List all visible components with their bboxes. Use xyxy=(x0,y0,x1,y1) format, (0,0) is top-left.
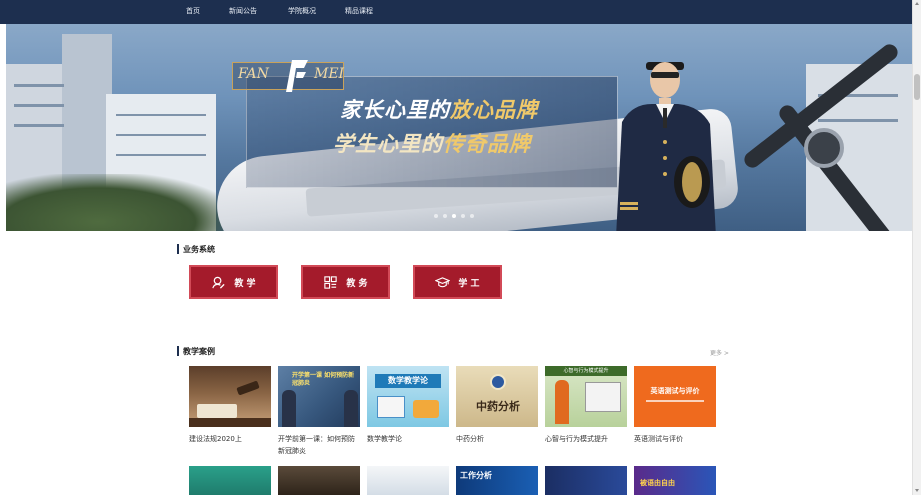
academic-affairs-button-label: 教 务 xyxy=(346,278,368,289)
case-thumbnail[interactable] xyxy=(189,466,271,495)
brand-logo-icon xyxy=(286,60,308,92)
case-card[interactable]: 中药分析 中药分析 xyxy=(456,366,538,445)
case-thumbnail[interactable]: 开学第一课 如何预防新冠肺炎 xyxy=(278,366,360,427)
case-thumbnail[interactable]: 心智与行为模式提升 xyxy=(545,366,627,427)
user-edit-icon xyxy=(212,276,226,289)
scroll-down-arrow-icon[interactable] xyxy=(915,489,919,492)
thumb-title: 被语由自由 xyxy=(640,479,675,487)
person-left xyxy=(282,390,296,427)
slogan-line-1: 家长心里的放心品牌 xyxy=(340,94,538,124)
slogan-line-2: 学生心里的传奇品牌 xyxy=(333,128,531,158)
student-affairs-button[interactable]: 学 工 xyxy=(413,265,502,299)
window-row xyxy=(116,134,206,136)
nav-item-home[interactable]: 首页 xyxy=(186,6,200,16)
case-caption[interactable]: 开学前第一课：如何预防新冠肺炎 xyxy=(278,433,360,457)
case-caption[interactable]: 心智与行为模式提升 xyxy=(545,433,627,445)
brand-logo-left: FAN xyxy=(238,66,269,82)
case-thumbnail[interactable]: 工作分析 xyxy=(456,466,538,495)
carousel-dot[interactable] xyxy=(470,214,474,218)
academic-affairs-button[interactable]: 教 务 xyxy=(301,265,390,299)
case-card[interactable]: 英语测试与评价 英语测试与评价 xyxy=(634,366,716,445)
scroll-up-arrow-icon[interactable] xyxy=(915,2,919,5)
window-row xyxy=(116,154,206,156)
case-caption[interactable]: 建设法规2020上 xyxy=(189,433,271,445)
teaching-button[interactable]: 教 学 xyxy=(189,265,278,299)
vertical-scrollbar[interactable] xyxy=(912,0,921,495)
thumb-subtitle-line xyxy=(646,400,704,402)
case-card[interactable]: 心智与行为模式提升 心智与行为模式提升 xyxy=(545,366,627,445)
pilot-figure xyxy=(616,62,716,231)
slogan-line-2-b: 传奇品牌 xyxy=(443,132,531,156)
propeller-hub xyxy=(804,128,844,168)
nav-item-courses[interactable]: 精品课程 xyxy=(345,6,373,16)
slogan-line-2-a: 学生心里的 xyxy=(333,132,443,156)
case-caption[interactable]: 中药分析 xyxy=(456,433,538,445)
emblem-icon xyxy=(490,374,506,390)
teaching-button-label: 教 学 xyxy=(234,278,256,289)
thumb-title: 中药分析 xyxy=(476,400,520,413)
top-nav: 首页 新闻公告 学院概况 精品课程 xyxy=(0,0,912,24)
slogan-line-1-b: 放心品牌 xyxy=(450,98,538,122)
case-thumbnail[interactable]: 数学教学论 xyxy=(367,366,449,427)
case-thumbnail[interactable]: 中药分析 xyxy=(456,366,538,427)
grid-list-icon xyxy=(324,275,338,289)
hero-banner[interactable]: FAN MEI 家长心里的放心品牌 学生心里的传奇品牌 xyxy=(6,24,912,231)
thumb-title: 数学教学论 xyxy=(375,374,441,388)
window-row xyxy=(14,84,64,87)
case-thumbnail[interactable] xyxy=(189,366,271,427)
slogan-line-1-a: 家长心里的 xyxy=(340,98,450,122)
graduation-cap-icon xyxy=(435,276,451,287)
window-row xyxy=(116,114,206,116)
carousel-dot[interactable] xyxy=(443,214,447,218)
case-thumbnail[interactable] xyxy=(278,466,360,495)
carousel-dot[interactable] xyxy=(461,214,465,218)
case-card[interactable]: 建设法规2020上 xyxy=(189,366,271,445)
person-shape xyxy=(555,380,569,424)
carousel-dot-active[interactable] xyxy=(452,214,456,218)
brand-logo-right: MEI xyxy=(314,66,345,82)
carousel-dots xyxy=(434,214,474,218)
student-affairs-button-label: 学 工 xyxy=(458,278,480,289)
case-card[interactable]: 数学教学论 数学教学论 xyxy=(367,366,449,445)
thumb-title: 英语测试与评价 xyxy=(650,387,700,395)
business-section-title: 业务系统 xyxy=(177,244,215,255)
board-shape xyxy=(377,396,405,418)
case-caption[interactable]: 数学教学论 xyxy=(367,433,449,445)
nav-item-about[interactable]: 学院概况 xyxy=(288,6,316,16)
window-row xyxy=(14,124,64,127)
gavel-shape xyxy=(236,380,260,396)
case-thumbnail[interactable] xyxy=(545,466,627,495)
scrollbar-thumb[interactable] xyxy=(914,74,920,100)
book-shape xyxy=(197,404,237,418)
case-caption[interactable]: 英语测试与评价 xyxy=(634,433,716,445)
case-thumbnail[interactable]: 英语测试与评价 xyxy=(634,366,716,427)
more-link[interactable]: 更多 > xyxy=(710,348,729,357)
carousel-dot[interactable] xyxy=(434,214,438,218)
desk-shape xyxy=(413,400,439,418)
desk-shape xyxy=(189,418,271,427)
thumb-title: 开学第一课 如何预防新冠肺炎 xyxy=(292,372,355,387)
trees xyxy=(6,174,236,231)
person-right xyxy=(344,390,358,427)
thumb-title: 工作分析 xyxy=(460,471,492,480)
page: 首页 新闻公告 学院概况 精品课程 FAN MEI 家长心里的放心品牌 学生心里… xyxy=(0,0,921,495)
case-thumbnail[interactable]: 被语由自由 xyxy=(634,466,716,495)
slide-shape xyxy=(585,382,621,412)
cases-section-title: 教学案例 xyxy=(177,346,215,357)
window-row xyxy=(14,104,64,107)
nav-item-news[interactable]: 新闻公告 xyxy=(229,6,257,16)
case-thumbnail[interactable] xyxy=(367,466,449,495)
case-card[interactable]: 开学第一课 如何预防新冠肺炎 开学前第一课：如何预防新冠肺炎 xyxy=(278,366,360,457)
window-row xyxy=(818,119,898,122)
thumb-title: 心智与行为模式提升 xyxy=(545,366,627,376)
